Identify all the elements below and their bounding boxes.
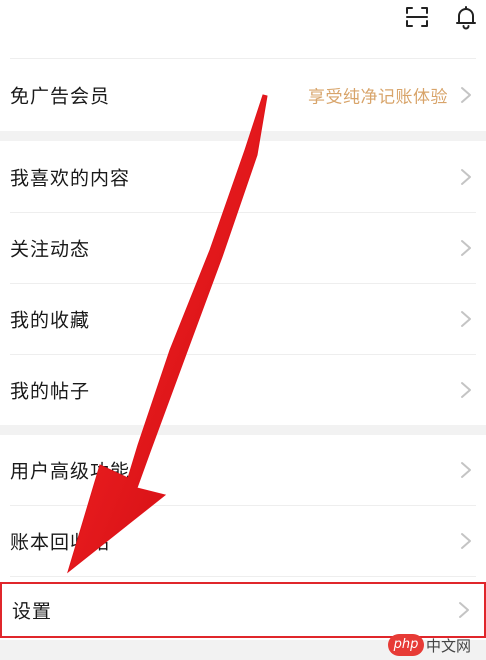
menu-item-liked-content[interactable]: 我喜欢的内容 xyxy=(0,141,486,212)
vip-row[interactable]: 免广告会员 享受纯净记账体验 xyxy=(0,59,486,131)
menu-item-settings[interactable]: 设置 xyxy=(0,582,486,638)
menu-item-label: 我的帖子 xyxy=(10,380,91,403)
section-separator xyxy=(0,131,486,141)
menu-item-label: 关注动态 xyxy=(10,238,91,261)
chevron-right-icon xyxy=(461,240,471,256)
chevron-right-icon xyxy=(461,168,471,185)
vip-promo-text: 享受纯净记账体验 xyxy=(308,87,448,108)
site-watermark: php 中文网 xyxy=(388,634,480,656)
vip-label: 免广告会员 xyxy=(10,85,111,108)
scan-icon[interactable] xyxy=(404,4,430,30)
chevron-right-icon xyxy=(461,311,471,327)
menu-item-advanced-features[interactable]: 用户高级功能 xyxy=(0,435,486,505)
menu-item-ledger-recycle-bin[interactable]: 账本回收站 xyxy=(0,506,486,576)
menu-item-label: 账本回收站 xyxy=(10,531,111,554)
chevron-right-icon xyxy=(461,382,471,398)
menu-item-label: 我喜欢的内容 xyxy=(10,167,131,189)
menu-item-my-posts[interactable]: 我的帖子 xyxy=(0,355,486,425)
chevron-right-icon xyxy=(459,602,469,618)
top-bar xyxy=(0,0,486,59)
section-separator xyxy=(0,425,486,435)
menu-item-label: 我的收藏 xyxy=(10,309,91,332)
menu-item-favorites[interactable]: 我的收藏 xyxy=(0,284,486,354)
chevron-right-icon xyxy=(461,533,471,549)
watermark-text: 中文网 xyxy=(426,637,472,655)
menu-item-follow-feed[interactable]: 关注动态 xyxy=(0,213,486,283)
watermark-badge: php xyxy=(388,634,424,656)
menu-item-label: 设置 xyxy=(12,600,53,623)
row-divider xyxy=(10,576,476,577)
chevron-right-icon xyxy=(461,87,471,103)
chevron-right-icon xyxy=(461,462,471,478)
menu-item-label: 用户高级功能 xyxy=(10,460,131,483)
bell-icon[interactable] xyxy=(453,4,479,30)
